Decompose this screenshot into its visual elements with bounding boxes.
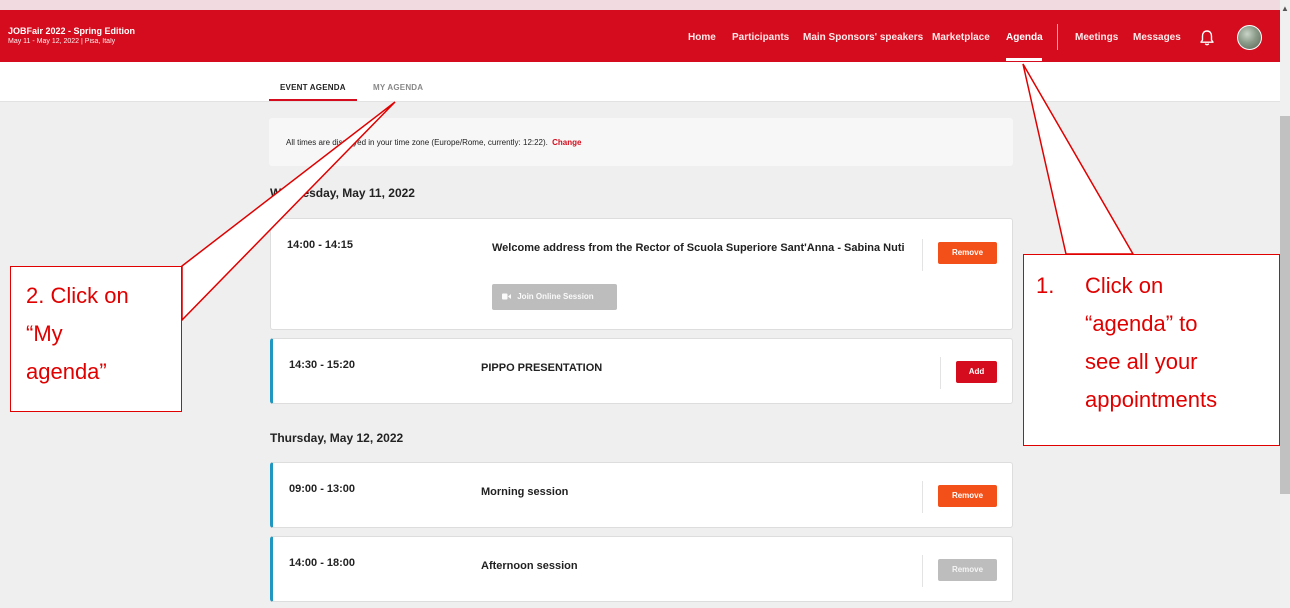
- scrollbar-thumb[interactable]: [1280, 116, 1290, 494]
- agenda-tabbar: EVENT AGENDA MY AGENDA: [0, 62, 1280, 102]
- annotation-line: “My: [26, 321, 63, 346]
- session-card[interactable]: 14:00 - 18:00 Afternoon session Remove: [270, 536, 1013, 602]
- nav-participants[interactable]: Participants: [732, 32, 789, 43]
- session-card[interactable]: 14:30 - 15:20 PIPPO PRESENTATION Add: [270, 338, 1013, 404]
- session-title: Morning session: [481, 486, 569, 498]
- timezone-text: All times are displayed in your time zon…: [286, 138, 548, 147]
- nav-marketplace[interactable]: Marketplace: [932, 32, 990, 43]
- annotation-line: “agenda” to: [1085, 311, 1198, 336]
- annotation-line: see all your: [1085, 349, 1198, 374]
- annotation-line: appointments: [1085, 387, 1218, 412]
- annotation-line: Click on: [1085, 273, 1164, 298]
- video-camera-icon: [502, 293, 511, 299]
- tab-my-agenda[interactable]: MY AGENDA: [373, 83, 423, 92]
- annotation-line: agenda”: [26, 359, 107, 384]
- scroll-up-icon[interactable]: ▲: [1281, 4, 1289, 13]
- day-heading: Wednesday, May 11, 2022: [270, 186, 415, 200]
- annotation-step-2: 2. Click on “My agenda”: [10, 266, 182, 412]
- session-time: 14:30 - 15:20: [289, 359, 356, 371]
- bell-icon[interactable]: [1198, 29, 1216, 47]
- session-time: 14:00 - 18:00: [289, 557, 356, 569]
- day-heading: Thursday, May 12, 2022: [270, 431, 404, 445]
- card-divider: [940, 357, 941, 389]
- tab-active-indicator: [269, 99, 357, 101]
- nav-meetings[interactable]: Meetings: [1075, 32, 1118, 43]
- session-title: Afternoon session: [481, 560, 578, 572]
- remove-button[interactable]: Remove: [938, 242, 997, 264]
- event-brand[interactable]: JOBFair 2022 - Spring Edition May 11 - M…: [8, 26, 135, 47]
- annotation-number: 1.: [1036, 273, 1055, 298]
- remove-button[interactable]: Remove: [938, 485, 997, 507]
- nav-sponsors-speakers[interactable]: Main Sponsors' speakers: [803, 32, 923, 43]
- top-navbar: JOBFair 2022 - Spring Edition May 11 - M…: [0, 10, 1280, 62]
- join-label: Join Online Session: [517, 292, 594, 301]
- session-title: PIPPO PRESENTATION: [481, 362, 603, 374]
- nav-messages[interactable]: Messages: [1133, 32, 1181, 43]
- annotation-line: 2. Click on: [26, 283, 129, 308]
- session-time: 14:00 - 14:15: [287, 239, 354, 251]
- timezone-notice: All times are displayed in your time zon…: [269, 118, 1013, 166]
- nav-agenda[interactable]: Agenda: [1006, 32, 1043, 43]
- annotation-step-1: 1. Click on “agenda” to see all your app…: [1023, 254, 1280, 446]
- session-title: Welcome address from the Rector of Scuol…: [492, 242, 905, 254]
- remove-button-disabled[interactable]: Remove: [938, 559, 997, 581]
- session-card[interactable]: 14:00 - 14:15 Welcome address from the R…: [270, 218, 1013, 330]
- nav-home[interactable]: Home: [688, 32, 716, 43]
- card-divider: [922, 481, 923, 513]
- nav-divider: [1057, 24, 1058, 50]
- event-subtitle: May 11 - May 12, 2022 | Pisa, Italy: [8, 38, 116, 45]
- change-timezone-link[interactable]: Change: [552, 138, 581, 147]
- top-strip: [0, 0, 1290, 10]
- event-title: JOBFair 2022 - Spring Edition: [8, 26, 136, 36]
- session-time: 09:00 - 13:00: [289, 483, 356, 495]
- join-online-session-button[interactable]: Join Online Session: [492, 284, 617, 310]
- card-divider: [922, 555, 923, 587]
- add-button[interactable]: Add: [956, 361, 997, 383]
- card-divider: [922, 239, 923, 271]
- nav-active-indicator: [1006, 58, 1042, 61]
- user-avatar[interactable]: [1237, 25, 1262, 50]
- tab-event-agenda[interactable]: EVENT AGENDA: [280, 83, 346, 92]
- session-card[interactable]: 09:00 - 13:00 Morning session Remove: [270, 462, 1013, 528]
